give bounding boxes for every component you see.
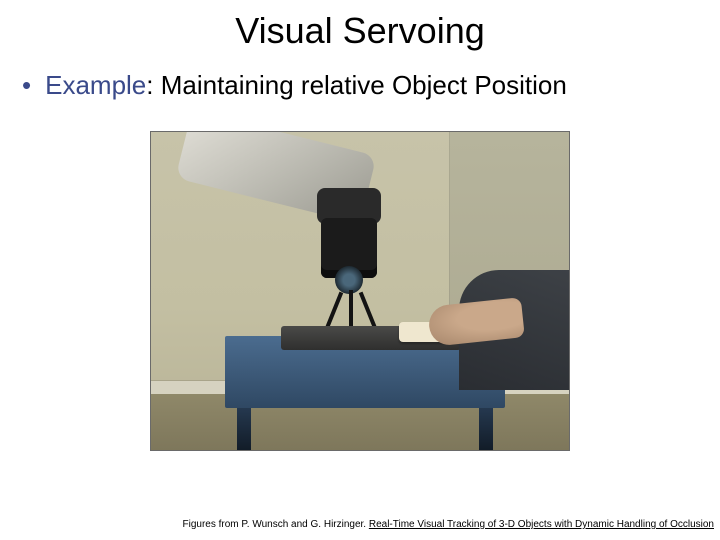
bullet-item: • Example: Maintaining relative Object P… [0,70,720,101]
bullet-content: Example: Maintaining relative Object Pos… [45,70,567,101]
bullet-separator: : [146,70,160,100]
bullet-marker: • [22,72,31,98]
figure-container [0,131,720,451]
table-leg [237,408,251,450]
table-leg [479,408,493,450]
figure-caption: Figures from P. Wunsch and G. Hirzinger.… [182,519,714,530]
caption-prefix: Figures from P. Wunsch and G. Hirzinger. [182,519,368,530]
caption-link: Real-Time Visual Tracking of 3-D Objects… [369,519,714,530]
bullet-text: Maintaining relative Object Position [161,70,567,100]
slide-title: Visual Servoing [0,0,720,70]
figure-image [150,131,570,451]
bullet-label: Example [45,70,146,100]
